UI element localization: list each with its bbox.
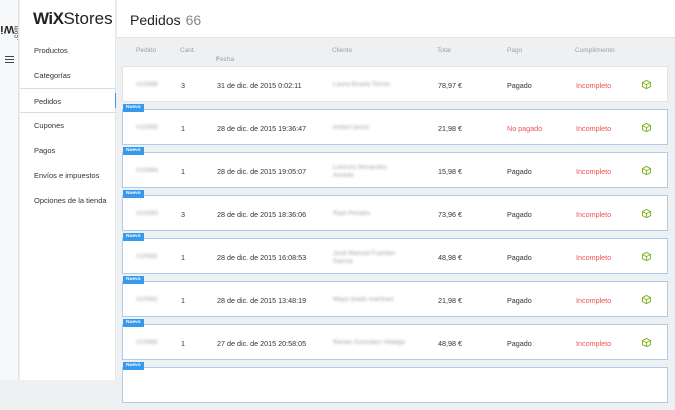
fulfillment-status: Incompleto: [576, 124, 612, 133]
table-row[interactable]: Nuevo #10085 1 28 de dic. de 2015 19:36:47 I…: [122, 104, 668, 145]
order-number[interactable]: #10081: [136, 296, 158, 303]
fulfill-box-icon[interactable]: [641, 337, 652, 348]
order-total: 15,98 €: [438, 167, 462, 176]
page-title: Pedidos 66: [130, 12, 202, 28]
table-row[interactable]: Nuevo #10081 1 28 de dic. de 2015 13:48:19 M…: [122, 276, 668, 317]
payment-status: Pagado: [507, 210, 532, 219]
fulfill-box-icon[interactable]: [641, 208, 652, 219]
wix-stores-logo: WiXStores: [33, 9, 113, 28]
order-total: 21,98 €: [438, 124, 462, 133]
order-quantity: 1: [181, 167, 185, 176]
fulfill-box-icon[interactable]: [641, 294, 652, 305]
order-quantity: 3: [181, 81, 185, 90]
order-date: 28 de dic. de 2015 19:05:07: [217, 167, 307, 176]
payment-status: Pagado: [507, 167, 532, 176]
main-content: Pedidos 66 Pedido Cant. Fecha ▾ Cliente T…: [117, 0, 675, 403]
table-row[interactable]: Nuevo #10080 1 27 de dic. de 2015 20:58:05 R…: [122, 319, 668, 360]
nuevo-badge: Nuevo: [123, 104, 144, 112]
sidebar-item-categorias[interactable]: Categorías: [20, 63, 116, 88]
sidebar-item-opciones[interactable]: Opciones de la tienda: [20, 188, 116, 213]
payment-status: Pagado: [507, 253, 532, 262]
sidebar-item-productos[interactable]: Productos: [20, 38, 116, 63]
order-customer: Imbert perez: [333, 124, 370, 131]
wix-logo[interactable]: WiX.com: [0, 12, 21, 46]
payment-status: Pagado: [507, 296, 532, 305]
order-quantity: 1: [181, 339, 185, 348]
sidebar-item-pedidos[interactable]: Pedidos: [20, 88, 116, 113]
nuevo-badge: Nuevo: [123, 276, 144, 284]
nuevo-badge: Nuevo: [123, 319, 144, 327]
nuevo-badge: Nuevo: [123, 190, 144, 198]
order-total: 73,96 €: [438, 210, 462, 219]
order-date: 27 de dic. de 2015 20:58:05: [217, 339, 307, 348]
fulfillment-status: Incompleto: [576, 253, 612, 262]
left-rail: WiX.com: [0, 0, 21, 380]
fulfillment-status: Incompleto: [576, 167, 612, 176]
order-number[interactable]: #10088: [136, 81, 158, 88]
orders-table: #10088 3 31 de dic. de 2015 0:02:11 Laura B…: [122, 66, 668, 410]
fulfill-box-icon[interactable]: [641, 165, 652, 176]
fulfill-box-icon[interactable]: [641, 251, 652, 262]
col-cliente[interactable]: Cliente: [332, 47, 352, 54]
order-customer: Renee González Hidalgo: [333, 339, 406, 346]
order-customer: Lorenzo fernandez Arnedo: [333, 164, 388, 179]
order-number[interactable]: #10080: [136, 339, 158, 346]
sidebar: WiXStores Productos Categorías Pedidos C…: [20, 0, 116, 380]
order-quantity: 3: [181, 210, 185, 219]
table-header: Pedido Cant. Fecha ▾ Cliente Total Pago …: [136, 47, 615, 63]
wix-logo-text: WiX: [0, 23, 15, 35]
fulfill-box-icon[interactable]: [641, 79, 652, 90]
orders-count: 66: [185, 12, 202, 28]
order-customer: Laura Bruela Torres: [333, 81, 390, 88]
order-date: 28 de dic. de 2015 19:36:47: [217, 124, 307, 133]
payment-status: Pagado: [507, 81, 532, 90]
nuevo-badge: Nuevo: [123, 147, 144, 155]
col-total[interactable]: Total: [437, 47, 451, 54]
payment-status: No pagado: [507, 124, 543, 133]
order-customer: Mayo tirado martínez: [333, 296, 395, 303]
page-header: Pedidos 66: [117, 0, 675, 38]
col-pedido[interactable]: Pedido: [136, 47, 156, 54]
order-number[interactable]: #10083: [136, 210, 158, 217]
table-row[interactable]: Nuevo #10084 1 28 de dic. de 2015 19:05:07 L…: [122, 147, 668, 188]
sort-caret-icon: ▾: [216, 56, 219, 62]
order-number[interactable]: #10082: [136, 253, 158, 260]
payment-status: Pagado: [507, 339, 532, 348]
order-total: 48,98 €: [438, 339, 462, 348]
table-row[interactable]: Nuevo #10083 3 28 de dic. de 2015 18:36:06 R…: [122, 190, 668, 231]
fulfill-box-icon[interactable]: [641, 122, 652, 133]
menu-icon[interactable]: [5, 56, 14, 63]
order-date: 28 de dic. de 2015 16:08:53: [217, 253, 307, 262]
nuevo-badge: Nuevo: [123, 233, 144, 241]
sidebar-item-envios[interactable]: Envíos e impuestos: [20, 163, 116, 188]
sidebar-item-pagos[interactable]: Pagos: [20, 138, 116, 163]
col-cant[interactable]: Cant.: [180, 47, 196, 54]
order-date: 31 de dic. de 2015 0:02:11: [217, 81, 302, 90]
order-quantity: 1: [181, 296, 185, 305]
order-total: 21,98 €: [438, 296, 462, 305]
order-quantity: 1: [181, 124, 185, 133]
order-total: 78,97 €: [438, 81, 462, 90]
col-pago[interactable]: Pago: [507, 47, 522, 54]
fulfillment-status: Incompleto: [576, 339, 612, 348]
fulfillment-status: Incompleto: [576, 210, 612, 219]
order-date: 28 de dic. de 2015 13:48:19: [217, 296, 307, 305]
table-row[interactable]: Nuevo: [122, 362, 668, 403]
order-customer: Raúl Perales: [333, 210, 371, 217]
col-cumplimiento[interactable]: Cumplimiento: [575, 47, 615, 54]
order-date: 28 de dic. de 2015 18:36:06: [217, 210, 307, 219]
order-number[interactable]: #10085: [136, 124, 158, 131]
nuevo-badge: Nuevo: [123, 362, 144, 370]
order-number[interactable]: #10084: [136, 167, 158, 174]
order-customer: José Manuel Fuentes García: [333, 250, 396, 265]
table-row[interactable]: #10088 3 31 de dic. de 2015 0:02:11 Laura B…: [122, 66, 668, 102]
fulfillment-status: Incompleto: [576, 81, 612, 90]
table-row[interactable]: Nuevo #10082 1 28 de dic. de 2015 16:08:53 J…: [122, 233, 668, 274]
fulfillment-status: Incompleto: [576, 296, 612, 305]
order-quantity: 1: [181, 253, 185, 262]
order-total: 48,98 €: [438, 253, 462, 262]
sidebar-item-cupones[interactable]: Cupones: [20, 113, 116, 138]
sidebar-nav: Productos Categorías Pedidos Cupones Pag…: [20, 38, 116, 213]
